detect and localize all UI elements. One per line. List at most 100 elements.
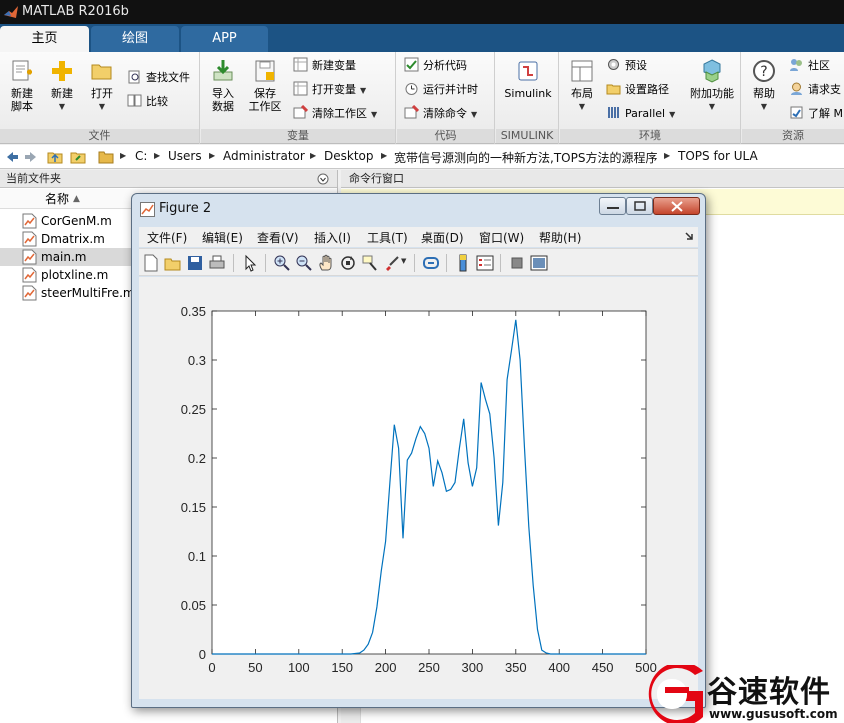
breadcrumb-tops-for-ula[interactable]: TOPS for ULA [678, 149, 758, 163]
menu-window[interactable]: 窗口(W) [479, 229, 524, 246]
new-variable-label: 新建变量 [312, 59, 356, 72]
x-tick-label: 0 [208, 660, 215, 675]
edit-plot-pointer-icon[interactable] [241, 254, 259, 272]
open-variable-icon [293, 81, 308, 96]
rotate-3d-icon[interactable] [339, 254, 357, 272]
clear-commands-label: 清除命令 [423, 107, 467, 120]
hide-plot-tools-icon[interactable] [508, 254, 526, 272]
set-path-label: 设置路径 [625, 83, 669, 96]
group-environment: 布局 ▼ 预设 设置路径 Parallel ▼ 附加功能 ▼ 环境 [560, 52, 741, 144]
sort-ascending-icon: ▲ [73, 194, 80, 204]
y-tick-label: 0.1 [188, 549, 206, 564]
new-variable-button[interactable]: 新建变量 [293, 56, 356, 76]
tab-apps[interactable]: APP [181, 26, 268, 52]
community-button[interactable]: 社区 [789, 56, 830, 76]
group-variable-label: 变量 [201, 129, 395, 143]
up-folder-icon[interactable] [47, 149, 63, 165]
tab-home[interactable]: 主页 [0, 26, 89, 52]
clear-workspace-button[interactable]: 清除工作区 ▼ [293, 104, 377, 124]
breadcrumb-administrator[interactable]: Administrator [223, 149, 305, 163]
menu-help[interactable]: 帮助(H) [539, 229, 581, 246]
chevron-down-icon: ▼ [371, 110, 378, 119]
ribbon-tab-bar: 主页 绘图 APP [0, 24, 844, 52]
matlab-file-icon [22, 249, 37, 265]
parallel-button[interactable]: Parallel ▼ [606, 104, 675, 124]
open-variable-button[interactable]: 打开变量 ▼ [293, 80, 366, 100]
watermark-brand: 谷速软件 [707, 675, 831, 710]
help-button[interactable]: ? 帮助 ▼ [744, 58, 784, 113]
set-path-button[interactable]: 设置路径 [606, 80, 669, 100]
file-list-item[interactable]: plotxline.m [0, 266, 140, 284]
preferences-button[interactable]: 预设 [606, 56, 647, 76]
learn-matlab-button[interactable]: 了解 M [789, 104, 843, 124]
chevron-down-icon[interactable]: ▼ [401, 257, 406, 265]
print-icon[interactable] [208, 254, 226, 272]
group-resources-label: 资源 [742, 129, 844, 143]
community-icon [790, 59, 802, 71]
folder-path-icon [606, 84, 621, 95]
menu-tools[interactable]: 工具(T) [367, 229, 408, 246]
minimize-button[interactable] [599, 197, 626, 215]
insert-legend-icon[interactable] [476, 254, 494, 272]
menu-desktop[interactable]: 桌面(D) [421, 229, 464, 246]
file-list-item[interactable]: CorGenM.m [0, 212, 140, 230]
clear-workspace-icon [293, 105, 308, 119]
analyze-code-button[interactable]: 分析代码 [404, 56, 467, 76]
svg-text:?: ? [760, 64, 767, 80]
file-list-item[interactable]: Dmatrix.m [0, 230, 140, 248]
simulink-button[interactable]: Simulink [499, 58, 557, 100]
run-and-time-button[interactable]: 运行并计时 [404, 80, 478, 100]
breadcrumb-project-folder[interactable]: 宽带信号源测向的一种新方法,TOPS方法的源程序 [394, 149, 657, 166]
browse-folder-icon[interactable] [70, 149, 86, 165]
insert-colorbar-icon[interactable] [454, 254, 472, 272]
chevron-down-icon: ▼ [58, 102, 66, 111]
menu-file[interactable]: 文件(F) [147, 229, 187, 246]
breadcrumb-drive[interactable]: C: [135, 149, 147, 163]
back-arrow-icon[interactable] [3, 149, 19, 165]
menu-edit[interactable]: 编辑(E) [202, 229, 243, 246]
save-icon[interactable] [186, 254, 204, 272]
clear-commands-button[interactable]: 清除命令 ▼ [404, 104, 477, 124]
brush-icon[interactable] [383, 254, 401, 272]
tab-plots[interactable]: 绘图 [91, 26, 179, 52]
learn-icon [790, 106, 803, 119]
help-label: 帮助 [753, 87, 775, 100]
breadcrumb-users[interactable]: Users [168, 149, 202, 163]
zoom-out-icon[interactable] [295, 254, 313, 272]
layout-button[interactable]: 布局 ▼ [562, 58, 602, 113]
request-support-label: 请求支 [808, 83, 841, 96]
maximize-button[interactable] [626, 197, 653, 215]
menu-insert[interactable]: 插入(I) [314, 229, 351, 246]
address-bar: ▶ C: ▶ Users ▶ Administrator ▶ Desktop ▶… [0, 145, 844, 169]
clear-workspace-label: 清除工作区 [312, 107, 367, 120]
open-button[interactable]: 打开 ▼ [82, 58, 122, 113]
compare-button[interactable]: 比较 [127, 92, 168, 112]
dock-arrow-icon[interactable] [685, 232, 694, 241]
line-plot[interactable]: 0 50 100 150 200 250 300 350 400 450 50000.050.10.… [139, 277, 698, 699]
panel-menu-icon[interactable] [317, 173, 329, 185]
new-script-button[interactable]: 新建 脚本 [2, 58, 42, 113]
new-button[interactable]: 新建 ▼ [42, 58, 82, 113]
show-plot-tools-icon[interactable] [530, 254, 548, 272]
find-files-button[interactable]: 查找文件 [127, 68, 190, 88]
zoom-in-icon[interactable] [273, 254, 291, 272]
preferences-label: 预设 [625, 59, 647, 72]
link-plot-icon[interactable] [422, 254, 440, 272]
save-workspace-button[interactable]: 保存 工作区 [245, 58, 285, 113]
menu-view[interactable]: 查看(V) [257, 229, 299, 246]
pan-hand-icon[interactable] [317, 254, 335, 272]
file-list-item[interactable]: steerMultiFre.m [0, 284, 140, 302]
data-cursor-icon[interactable] [361, 254, 379, 272]
new-figure-icon[interactable] [142, 254, 160, 272]
group-code-label: 代码 [397, 129, 494, 143]
breadcrumb-desktop[interactable]: Desktop [324, 149, 374, 163]
file-list-item[interactable]: main.m [0, 248, 140, 266]
import-data-button[interactable]: 导入 数据 [203, 58, 243, 113]
open-file-icon[interactable] [164, 254, 182, 272]
request-support-button[interactable]: 请求支 [789, 80, 841, 100]
add-ons-button[interactable]: 附加功能 ▼ [688, 58, 736, 113]
close-button[interactable] [653, 197, 700, 215]
forward-arrow-icon[interactable] [24, 149, 40, 165]
group-file: 新建 脚本 新建 ▼ 打开 ▼ 查找文件 比较 文件 [0, 52, 200, 144]
group-simulink: Simulink SIMULINK [496, 52, 559, 144]
